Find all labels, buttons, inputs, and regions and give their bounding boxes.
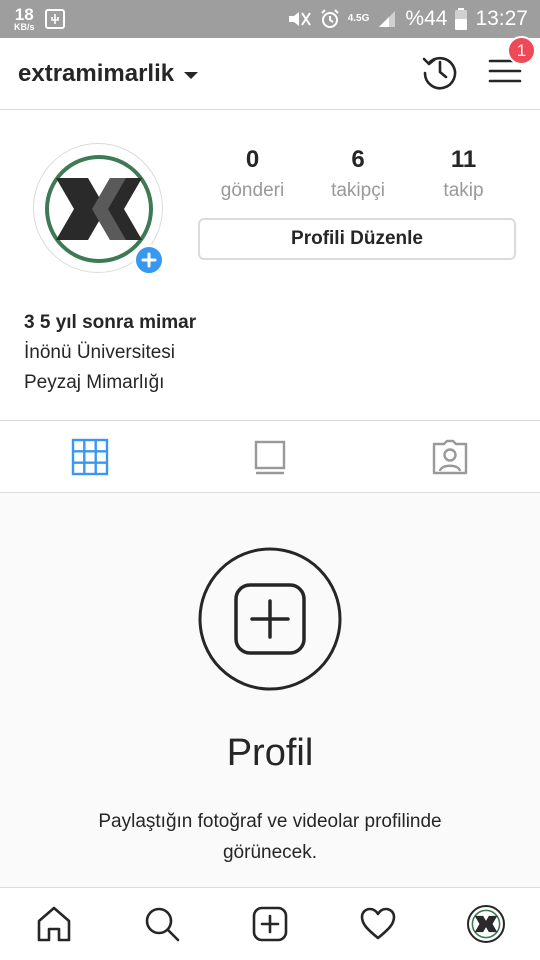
following-label: takip bbox=[443, 180, 484, 201]
add-story-button[interactable] bbox=[133, 244, 165, 276]
empty-state-description: Paylaştığın fotoğraf ve videolar profili… bbox=[98, 811, 442, 863]
profile-header: extramimarlik 1 bbox=[0, 36, 540, 110]
tagged-icon bbox=[432, 439, 468, 474]
nav-search[interactable] bbox=[108, 888, 216, 960]
notification-badge: 1 bbox=[507, 36, 536, 65]
following-stat[interactable]: 11 takip bbox=[411, 146, 516, 202]
grid-icon bbox=[71, 438, 109, 475]
mute-icon bbox=[286, 9, 312, 29]
speed-unit: KB/s bbox=[14, 22, 35, 32]
bio-line-department: Peyzaj Mimarlığı bbox=[24, 372, 165, 393]
battery-level: %44 bbox=[405, 7, 448, 30]
empty-state: Profil Paylaştığın fotoğraf ve videolar … bbox=[0, 494, 540, 887]
profile-stats: 0 gönderi 6 takipçi 11 takip bbox=[200, 146, 516, 202]
signal-icon bbox=[377, 9, 397, 29]
battery-icon bbox=[455, 8, 468, 30]
home-icon bbox=[37, 906, 71, 942]
following-count: 11 bbox=[450, 146, 477, 173]
chevron-down-icon bbox=[184, 72, 199, 79]
tab-feed[interactable] bbox=[180, 420, 360, 493]
username: extramimarlik bbox=[18, 59, 175, 87]
followers-count: 6 bbox=[351, 146, 365, 173]
add-post-circle-icon bbox=[198, 547, 342, 691]
profile-avatar bbox=[467, 905, 505, 943]
posts-label: gönderi bbox=[220, 180, 285, 201]
followers-label: takipçi bbox=[331, 180, 385, 201]
bottom-navigation bbox=[0, 887, 540, 960]
clock: 13:27 bbox=[475, 7, 528, 30]
posts-stat[interactable]: 0 gönderi bbox=[200, 146, 305, 202]
status-bar: 18 KB/s 4.5G %44 13:27 bbox=[0, 0, 540, 38]
add-photo-button[interactable] bbox=[198, 547, 342, 691]
nav-activity[interactable] bbox=[324, 888, 432, 960]
empty-state-title: Profil bbox=[226, 732, 314, 774]
tab-grid[interactable] bbox=[0, 420, 180, 493]
nav-add-post[interactable] bbox=[216, 888, 324, 960]
tab-tagged[interactable] bbox=[360, 420, 540, 493]
alarm-icon bbox=[320, 9, 340, 29]
feed-icon bbox=[254, 440, 286, 474]
followers-stat[interactable]: 6 takipçi bbox=[306, 146, 411, 202]
profile-section: 0 gönderi 6 takipçi 11 takip Profili Düz… bbox=[0, 110, 540, 420]
add-post-icon bbox=[252, 906, 288, 942]
plus-icon bbox=[141, 252, 157, 268]
bio-line-school: İnönü Üniversitesi bbox=[24, 342, 176, 363]
bio-name: 3 5 yıl sonra mimar bbox=[24, 312, 197, 333]
nav-profile[interactable] bbox=[432, 888, 540, 960]
bio: 3 5 yıl sonra mimar İnönü Üniversitesi P… bbox=[24, 312, 196, 394]
usb-icon bbox=[44, 9, 65, 29]
speed-value: 18 bbox=[14, 5, 34, 24]
profile-tabs bbox=[0, 420, 540, 493]
nav-home[interactable] bbox=[0, 888, 108, 960]
network-speed: 18 KB/s bbox=[14, 6, 35, 32]
search-icon bbox=[145, 907, 180, 942]
history-icon[interactable] bbox=[420, 51, 460, 96]
edit-profile-button[interactable]: Profili Düzenle bbox=[198, 218, 516, 260]
network-type: 4.5G bbox=[347, 13, 370, 24]
account-switcher[interactable]: extramimarlik bbox=[18, 59, 199, 88]
logo-image-small bbox=[471, 909, 501, 939]
posts-count: 0 bbox=[245, 146, 260, 173]
menu-button[interactable]: 1 bbox=[488, 36, 536, 91]
heart-icon bbox=[360, 907, 396, 940]
